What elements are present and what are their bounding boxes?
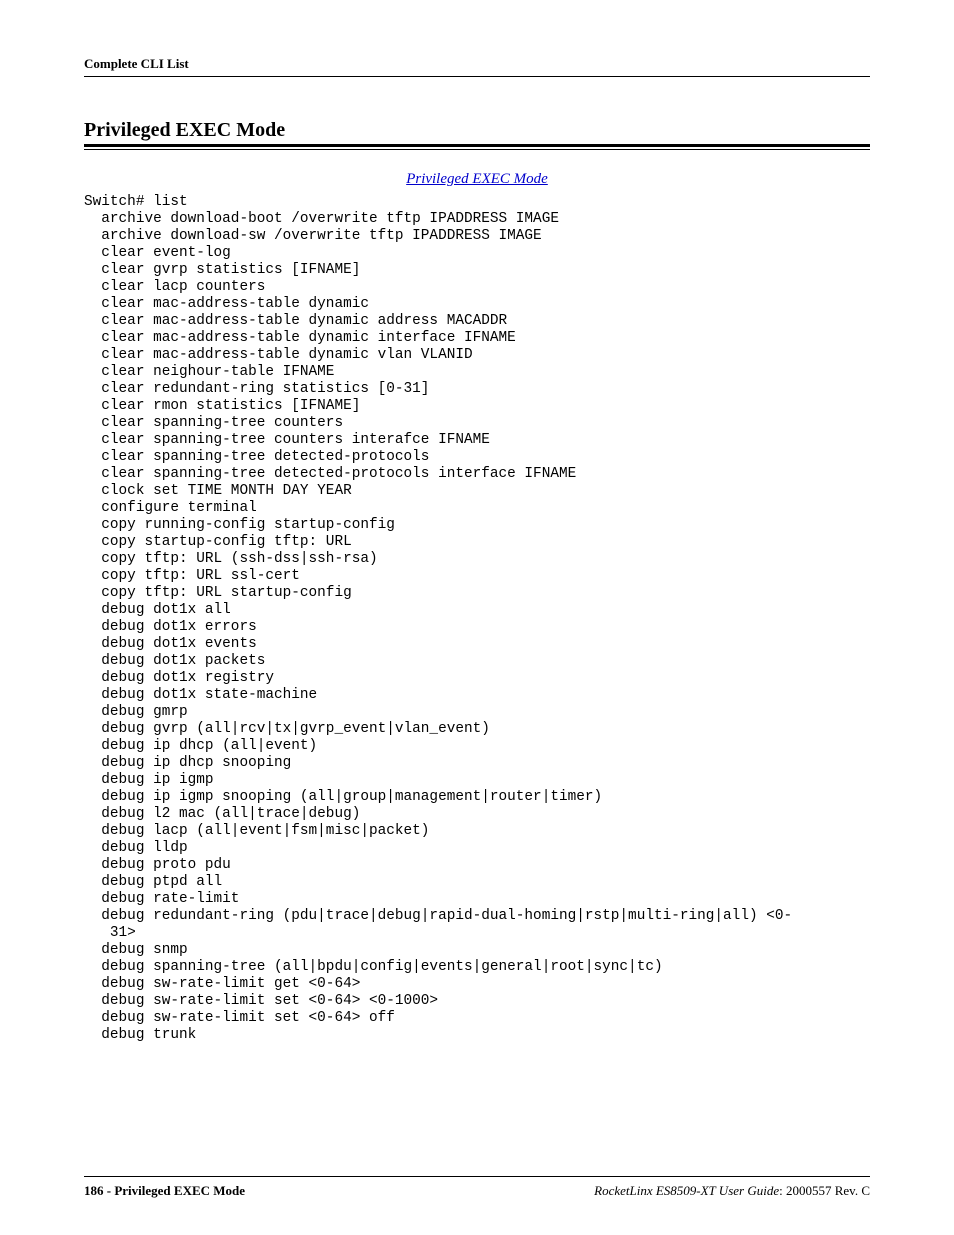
footer-left: 186 - Privileged EXEC Mode [84,1183,245,1199]
running-header: Complete CLI List [84,56,870,77]
privileged-exec-mode-link[interactable]: Privileged EXEC Mode [406,171,548,187]
cli-listing: Switch# list archive download-boot /over… [84,194,870,1044]
section-rule [84,144,870,150]
page-footer: 186 - Privileged EXEC Mode RocketLinx ES… [84,1176,870,1199]
section-title: Privileged EXEC Mode [84,119,870,142]
footer-right: RocketLinx ES8509-XT User Guide: 2000557… [594,1183,870,1199]
